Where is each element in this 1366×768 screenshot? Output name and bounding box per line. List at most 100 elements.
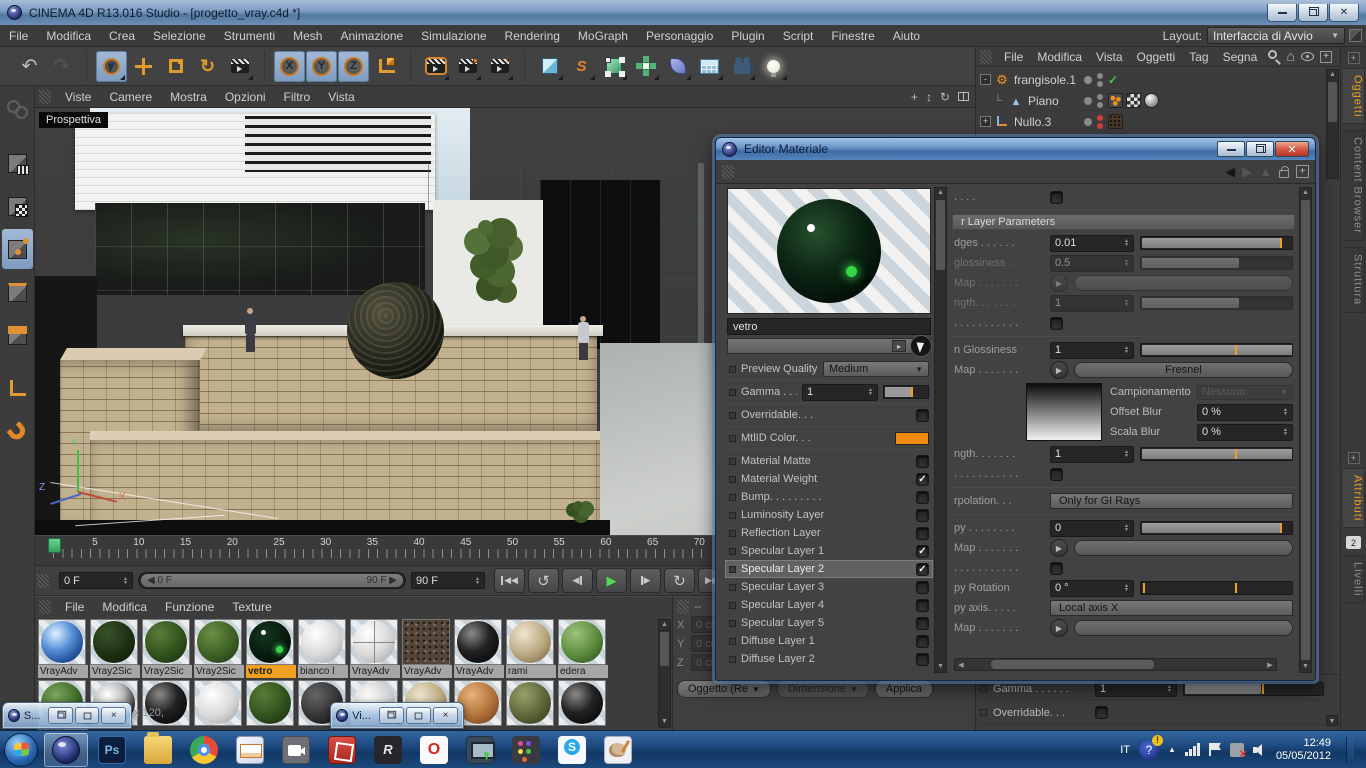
material-item[interactable]: VrayAdv: [402, 619, 452, 678]
scroll-down-icon[interactable]: ▼: [1300, 662, 1311, 672]
pan-view-icon[interactable]: +: [911, 90, 918, 104]
prev-frame-button[interactable]: ◀: [562, 568, 593, 593]
gamma-slider[interactable]: [883, 385, 929, 399]
model-mode-icon[interactable]: [2, 143, 33, 183]
material-item[interactable]: edera: [558, 619, 608, 678]
render-picture-viewer-icon[interactable]: [452, 51, 483, 82]
overridable--checkbox[interactable]: [916, 408, 929, 422]
object-row[interactable]: └ ▲ Piano: [976, 90, 1340, 111]
tab-attributi[interactable]: Attributi: [1342, 468, 1365, 529]
taskbar-skype[interactable]: [550, 733, 594, 767]
snap-icon[interactable]: [2, 412, 33, 452]
viewport-menu-vista[interactable]: Vista: [319, 87, 363, 107]
viewport-menu-mostra[interactable]: Mostra: [161, 87, 216, 107]
param-checkbox[interactable]: [1050, 467, 1063, 481]
channel-row[interactable]: MtlID Color. . .: [725, 429, 933, 447]
left-scrollbar[interactable]: ▲ ▼: [934, 187, 947, 673]
material-item[interactable]: VrayAdv: [38, 619, 88, 678]
gamma-field[interactable]: 1 ▲ ▼: [1095, 680, 1177, 697]
menu-mograph[interactable]: MoGraph: [569, 26, 637, 46]
gamma-slider[interactable]: [1183, 681, 1324, 696]
start-button[interactable]: [4, 732, 38, 767]
minimized-window[interactable]: Vi... ×: [330, 702, 464, 729]
polygons-mode-icon[interactable]: [2, 315, 33, 355]
material-item[interactable]: vetro: [246, 619, 296, 678]
convert-icon[interactable]: [2, 89, 33, 129]
restore-button[interactable]: [48, 707, 73, 724]
anim-dot-icon[interactable]: [729, 365, 736, 373]
offset-blur-field[interactable]: 0 % ▲ ▼: [1197, 403, 1293, 421]
param-slider[interactable]: [1140, 581, 1293, 595]
anim-dot-icon[interactable]: [729, 547, 736, 555]
tab-content-browser[interactable]: Content Browser: [1342, 130, 1365, 242]
param-slider[interactable]: [1140, 343, 1293, 357]
action-center-icon[interactable]: ?: [1139, 734, 1164, 760]
viewport-menu-filtro[interactable]: Filtro: [275, 87, 320, 107]
show-desktop-button[interactable]: [1346, 736, 1354, 763]
material-matte-checkbox[interactable]: [916, 454, 929, 468]
uvw-tag-icon[interactable]: [1126, 93, 1141, 108]
preview-quality-dropdown[interactable]: Medium ▼: [823, 361, 929, 377]
zoom-view-icon[interactable]: ↕: [926, 90, 932, 104]
material-item[interactable]: Vray2Sic: [194, 619, 244, 678]
hidden-icons-icon[interactable]: ▲: [1168, 745, 1176, 754]
restore-button[interactable]: [378, 707, 404, 724]
channel-row[interactable]: Material Weight ✓: [725, 470, 933, 488]
material-item[interactable]: VrayAdv: [350, 619, 400, 678]
taskbar-color-picker[interactable]: [504, 733, 548, 767]
applica-button[interactable]: Applica: [874, 680, 933, 698]
material-item[interactable]: VrayAdv: [454, 619, 504, 678]
undo-icon[interactable]: ↶: [14, 51, 45, 82]
add-spline-icon[interactable]: S: [566, 51, 597, 82]
mb-menu-file[interactable]: File: [56, 597, 93, 617]
visibility-toggles[interactable]: [1097, 114, 1103, 129]
texture-tag-icon[interactable]: [1108, 114, 1123, 129]
layer-dot-icon[interactable]: [1084, 96, 1092, 105]
specular-layer-2-checkbox[interactable]: ✓: [916, 562, 929, 576]
param-dropdown[interactable]: Only for GI Rays: [1050, 493, 1293, 509]
material-item[interactable]: rami: [506, 619, 556, 678]
drag-grip-icon[interactable]: [39, 600, 51, 614]
material-editor-titlebar[interactable]: Editor Materiale ✕: [716, 138, 1315, 160]
horizontal-scrollbar[interactable]: ◀ ▶: [954, 658, 1277, 671]
channel-row[interactable]: Material Matte: [725, 452, 933, 470]
redo-icon[interactable]: ↷: [46, 51, 77, 82]
param-field[interactable]: 0.5 ▲ ▼: [1050, 254, 1134, 272]
param-checkbox[interactable]: [1050, 190, 1063, 204]
frame-range-slider[interactable]: ◀ 0 F 90 F ▶: [138, 572, 406, 589]
taskbar-paint[interactable]: [596, 733, 640, 767]
add-cloner-icon[interactable]: [630, 51, 661, 82]
anim-dot-icon[interactable]: [729, 475, 736, 483]
scala-blur-field[interactable]: 0 % ▲ ▼: [1197, 423, 1293, 441]
add-cube-icon[interactable]: [534, 51, 565, 82]
home-icon[interactable]: ⌂: [1287, 49, 1295, 63]
visibility-toggles[interactable]: [1097, 93, 1103, 108]
drag-grip-icon[interactable]: [37, 573, 49, 588]
mb-menu-modifica[interactable]: Modifica: [93, 597, 156, 617]
om-menu-modifica[interactable]: Modifica: [1030, 48, 1089, 66]
om-menu-tag[interactable]: Tag: [1182, 48, 1215, 66]
search-icon[interactable]: [1267, 50, 1281, 63]
flag-icon[interactable]: [1208, 743, 1221, 756]
material-nav-field[interactable]: ▸: [727, 335, 932, 357]
menu-file[interactable]: File: [0, 26, 37, 46]
maximize-button[interactable]: [74, 707, 100, 724]
play-reverse-button[interactable]: ↺: [528, 568, 559, 593]
scroll-down-icon[interactable]: ▼: [1326, 715, 1338, 726]
anim-dot-icon[interactable]: [729, 529, 736, 537]
material-item[interactable]: Vray2Sic: [90, 619, 140, 678]
channel-row[interactable]: Bump. . . . . . . . .: [725, 488, 933, 506]
menu-crea[interactable]: Crea: [100, 26, 144, 46]
scale-icon[interactable]: [160, 51, 191, 82]
map-expand-icon[interactable]: ▶: [1050, 619, 1068, 637]
material-item[interactable]: Vray2Sic: [142, 619, 192, 678]
param-dropdown[interactable]: Local axis X: [1050, 600, 1293, 616]
close-button[interactable]: ×: [432, 707, 458, 724]
live-selection-icon[interactable]: [96, 50, 127, 82]
drag-grip-icon[interactable]: [677, 600, 689, 614]
anim-dot-icon[interactable]: [729, 411, 736, 419]
drag-grip-icon[interactable]: [722, 164, 734, 179]
om-menu-oggetti[interactable]: Oggetti: [1130, 48, 1183, 66]
expand-icon[interactable]: ▸: [892, 340, 906, 352]
scroll-up-icon[interactable]: ▲: [935, 188, 946, 198]
